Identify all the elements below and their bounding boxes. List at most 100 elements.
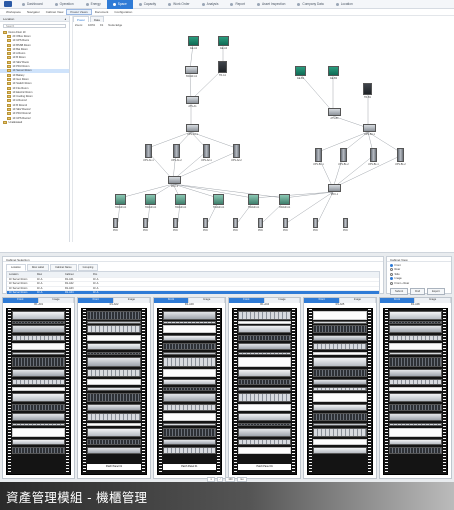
rack-device[interactable] bbox=[237, 369, 292, 377]
topology-node[interactable]: PDU-1 bbox=[328, 184, 341, 196]
rack-device[interactable] bbox=[87, 357, 141, 367]
topology-node[interactable]: GE-A1 bbox=[188, 36, 199, 50]
radio-icon[interactable] bbox=[390, 263, 393, 267]
rack-device[interactable] bbox=[237, 311, 292, 320]
topology-node[interactable]: UPS-A2-2 bbox=[231, 144, 242, 162]
rack-view-tab[interactable]: Image bbox=[264, 298, 301, 303]
sub-nav-item[interactable]: Power Views bbox=[66, 9, 92, 15]
top-nav-item[interactable]: Capacity bbox=[133, 0, 162, 9]
rack-device[interactable] bbox=[237, 343, 292, 350]
topology-node[interactable]: SWGR-A1 bbox=[248, 194, 259, 209]
top-nav-item[interactable]: Analysis bbox=[196, 0, 225, 9]
topology-node[interactable]: ATS-B1 bbox=[328, 108, 341, 120]
rack-device[interactable] bbox=[313, 321, 367, 324]
rack-device[interactable] bbox=[12, 343, 66, 350]
filter-tab[interactable]: Row Label bbox=[26, 264, 50, 271]
top-nav-item[interactable]: Asset Inspection bbox=[251, 0, 291, 9]
topology-node[interactable]: PDC bbox=[203, 218, 208, 232]
topology-node[interactable]: GE-B2 bbox=[328, 66, 339, 80]
sub-nav-item[interactable]: Configuration bbox=[111, 10, 135, 14]
rack-device[interactable] bbox=[12, 321, 66, 324]
rack-device[interactable] bbox=[237, 404, 292, 411]
rack-device[interactable] bbox=[237, 321, 292, 324]
rack-device[interactable] bbox=[313, 335, 367, 341]
rack-device[interactable] bbox=[162, 325, 216, 333]
view-option[interactable]: Front bbox=[390, 263, 448, 267]
rack-device[interactable] bbox=[313, 311, 367, 320]
filter-tab[interactable]: Grouping bbox=[77, 264, 99, 271]
rack-device[interactable] bbox=[313, 423, 367, 426]
rack-device[interactable] bbox=[388, 335, 442, 341]
topology-node[interactable]: UPS-A2-1 bbox=[201, 144, 212, 162]
tree-search-input[interactable]: Search bbox=[3, 24, 66, 28]
rack-device[interactable] bbox=[313, 413, 367, 421]
rack-device[interactable] bbox=[313, 404, 367, 411]
rack-device[interactable] bbox=[237, 357, 292, 367]
rack-device[interactable] bbox=[87, 404, 141, 411]
column-header[interactable]: Cabinet bbox=[63, 273, 91, 276]
rack-view-tab[interactable]: Front bbox=[304, 298, 340, 303]
rack-device[interactable] bbox=[87, 352, 141, 355]
rack-device[interactable] bbox=[87, 369, 141, 377]
rack-device[interactable] bbox=[388, 352, 442, 355]
rack-device[interactable] bbox=[388, 357, 442, 367]
rack-device[interactable] bbox=[388, 428, 442, 437]
topology-node[interactable]: SWGR-A1 bbox=[145, 194, 156, 209]
rack-device[interactable] bbox=[237, 423, 292, 426]
tree-item[interactable]: Unallocated bbox=[0, 120, 69, 124]
radio-icon[interactable] bbox=[390, 281, 393, 285]
rack-device[interactable] bbox=[388, 321, 442, 324]
rack-device[interactable] bbox=[87, 379, 141, 385]
rack-device[interactable] bbox=[12, 428, 66, 437]
rack-device[interactable] bbox=[237, 393, 292, 402]
rack-view-tab[interactable]: Front bbox=[153, 298, 190, 303]
rack-device[interactable] bbox=[162, 439, 216, 445]
topology-node[interactable]: SWGR-A1 bbox=[185, 66, 198, 78]
rack-device[interactable] bbox=[313, 447, 367, 454]
topology-node[interactable]: UPS-B1-1 bbox=[368, 148, 379, 166]
view-option[interactable]: Image bbox=[390, 277, 448, 280]
rack-device[interactable] bbox=[313, 369, 367, 377]
rack-device[interactable] bbox=[87, 343, 141, 350]
top-nav-item[interactable]: Dashboard bbox=[16, 0, 49, 9]
rack-device[interactable] bbox=[388, 387, 442, 391]
rack-device[interactable] bbox=[313, 325, 367, 333]
rack-device[interactable] bbox=[237, 325, 292, 333]
rack-device[interactable] bbox=[12, 325, 66, 333]
rack-device[interactable] bbox=[12, 393, 66, 402]
rack-view-tab[interactable]: Image bbox=[38, 298, 75, 303]
rack-device[interactable] bbox=[162, 335, 216, 341]
topology-node[interactable]: PDU-1 bbox=[168, 176, 181, 188]
topology-node[interactable]: PDC bbox=[313, 218, 318, 232]
rack-device[interactable] bbox=[237, 413, 292, 421]
rack-device[interactable] bbox=[87, 428, 141, 437]
rack-device[interactable] bbox=[388, 423, 442, 426]
rack-device[interactable] bbox=[313, 379, 367, 385]
topology-node[interactable]: PDC bbox=[258, 218, 263, 232]
rack-device[interactable] bbox=[388, 404, 442, 411]
topology-node[interactable]: TR-B1 bbox=[363, 83, 372, 99]
rack-device[interactable] bbox=[162, 413, 216, 421]
rack-device[interactable] bbox=[162, 352, 216, 355]
rack-device[interactable] bbox=[162, 343, 216, 350]
sub-nav-item[interactable]: Document bbox=[92, 10, 112, 14]
rack-device[interactable] bbox=[12, 447, 66, 454]
rack-device[interactable] bbox=[162, 428, 216, 437]
sub-nav-item[interactable]: Navigator bbox=[24, 10, 43, 14]
topology-node[interactable]: UPS-B1-1 bbox=[363, 124, 376, 136]
rack-device[interactable] bbox=[12, 413, 66, 421]
topology-node[interactable]: SWGR-A1 bbox=[115, 194, 126, 209]
rack-device[interactable] bbox=[388, 439, 442, 445]
topology-node[interactable]: UPS-B1-2 bbox=[395, 148, 406, 166]
view-option[interactable]: Front + Rear bbox=[390, 281, 448, 285]
topology-node[interactable]: TR-A1 bbox=[218, 61, 227, 77]
topology-node[interactable]: SWGR-A1 bbox=[279, 194, 290, 209]
rack-device[interactable] bbox=[162, 393, 216, 402]
topology-node[interactable]: PDC bbox=[343, 218, 348, 232]
topology-node[interactable]: PDC bbox=[233, 218, 238, 232]
topology-node[interactable]: ATS-A1 bbox=[186, 96, 199, 108]
rack-device[interactable] bbox=[313, 387, 367, 391]
rack-device[interactable] bbox=[12, 311, 66, 320]
rack-device[interactable] bbox=[313, 428, 367, 437]
rack-elevation[interactable]: Front Image R1-A01 bbox=[2, 297, 76, 479]
